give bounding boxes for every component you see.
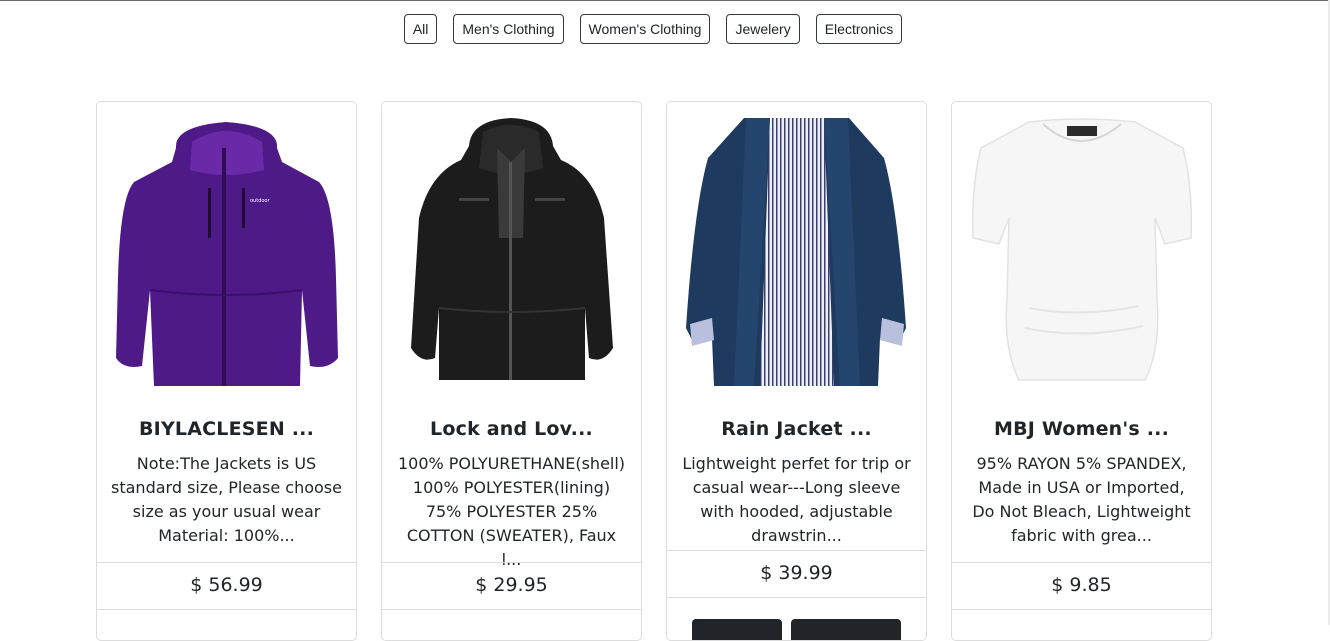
card-divider <box>667 550 926 551</box>
card-divider <box>952 609 1211 610</box>
product-price: $ 39.99 <box>760 562 833 584</box>
filter-electronics-button[interactable]: Electronics <box>815 14 903 44</box>
top-border <box>0 0 1330 1</box>
product-image <box>399 118 624 386</box>
product-title: MBJ Women's ... <box>993 418 1169 440</box>
product-card: outdoor BIYLACLESEN ... Note:The Jackets… <box>96 101 357 641</box>
product-price: $ 9.85 <box>1051 574 1112 596</box>
filter-all-button[interactable]: All <box>403 14 438 44</box>
buy-now-button[interactable] <box>692 619 782 640</box>
product-description: 100% POLYURETHANE(shell) 100% POLYESTER(… <box>397 454 626 569</box>
product-card: Rain Jacket ... Lightweight perfet for t… <box>666 101 927 641</box>
product-title: Rain Jacket ... <box>721 418 872 440</box>
product-description: 95% RAYON 5% SPANDEX, Made in USA or Imp… <box>972 454 1191 545</box>
svg-text:outdoor: outdoor <box>250 198 270 204</box>
filter-mens-clothing-button[interactable]: Men's Clothing <box>453 14 564 44</box>
card-divider <box>97 562 356 563</box>
card-divider <box>382 609 641 610</box>
filter-jewelery-button[interactable]: Jewelery <box>726 14 800 44</box>
product-card: Lock and Lov... 100% POLYURETHANE(shell)… <box>381 101 642 641</box>
card-divider <box>382 562 641 563</box>
card-divider <box>667 597 926 598</box>
product-price: $ 29.95 <box>475 574 548 596</box>
card-divider <box>952 562 1211 563</box>
product-description: Lightweight perfet for trip or casual we… <box>682 454 911 545</box>
product-description: Note:The Jackets is US standard size, Pl… <box>111 454 342 545</box>
product-price: $ 56.99 <box>190 574 263 596</box>
product-card: MBJ Women's ... 95% RAYON 5% SPANDEX, Ma… <box>951 101 1212 641</box>
filter-womens-clothing-button[interactable]: Women's Clothing <box>579 14 711 44</box>
add-to-cart-button[interactable] <box>791 619 901 640</box>
category-filter-bar: All Men's Clothing Women's Clothing Jewe… <box>0 14 1306 44</box>
product-title: BIYLACLESEN ... <box>139 418 314 440</box>
product-image <box>969 118 1194 386</box>
product-image <box>684 118 909 386</box>
product-image: outdoor <box>114 118 339 386</box>
card-divider <box>97 609 356 610</box>
product-title: Lock and Lov... <box>430 418 593 440</box>
